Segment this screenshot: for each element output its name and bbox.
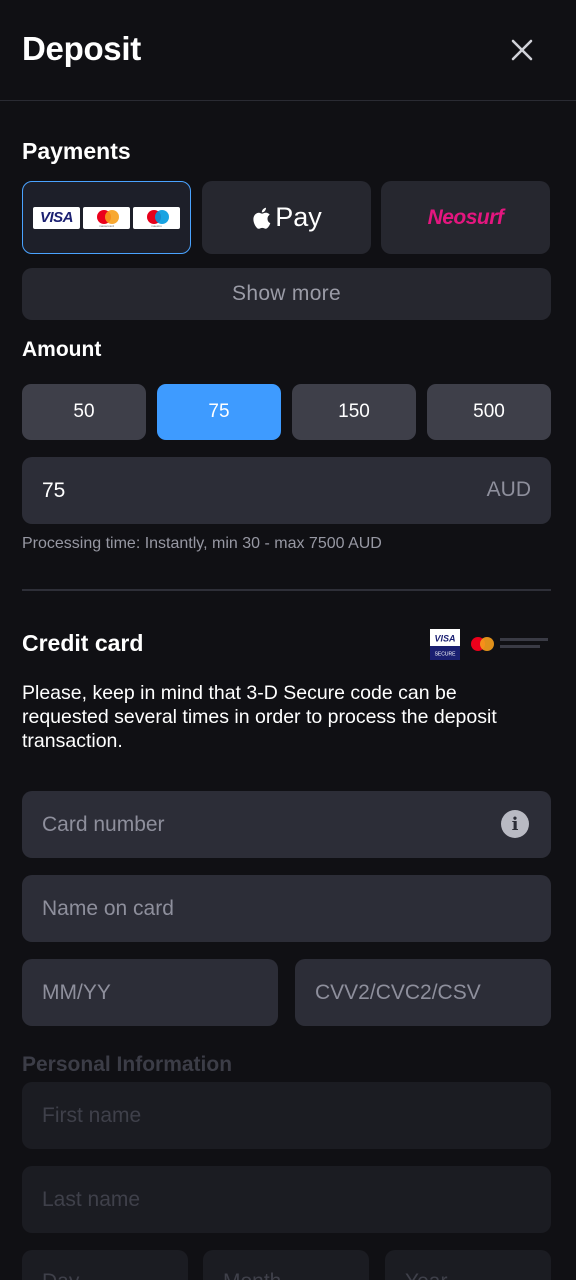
3ds-notice: Please, keep in mind that 3-D Secure cod… (22, 682, 497, 752)
first-name-field[interactable]: First name (22, 1082, 551, 1149)
last-name-placeholder: Last name (42, 1187, 141, 1211)
name-on-card-placeholder: Name on card (42, 896, 174, 920)
payment-method-cards[interactable]: VISA mastercard maestro (22, 181, 191, 254)
currency-label: AUD (486, 478, 531, 501)
amount-title: Amount (22, 338, 102, 361)
expiry-field[interactable]: MM/YY (22, 959, 278, 1026)
visa-logo: VISA (33, 206, 80, 229)
show-more-button[interactable]: Show more (22, 268, 551, 320)
dob-day-placeholder: Day (42, 1270, 79, 1280)
dob-year-placeholder: Year (405, 1270, 447, 1280)
payment-method-apple-pay[interactable]: Pay (202, 181, 371, 254)
amount-preset-50[interactable]: 50 (22, 384, 146, 440)
section-divider (22, 589, 551, 591)
amount-preset-500[interactable]: 500 (427, 384, 551, 440)
last-name-field[interactable]: Last name (22, 1166, 551, 1233)
name-on-card-field[interactable]: Name on card (22, 875, 551, 942)
apple-icon (253, 207, 271, 229)
credit-card-title: Credit card (22, 630, 144, 656)
amount-input[interactable]: 75 AUD (22, 457, 551, 524)
apple-pay-label: Pay (275, 202, 322, 232)
dob-month-field[interactable]: Month (203, 1250, 369, 1280)
modal-header: Deposit (0, 0, 576, 101)
maestro-logo: maestro (133, 206, 180, 229)
svg-text:SECURE: SECURE (435, 652, 457, 658)
payments-title: Payments (22, 138, 131, 164)
payment-method-neosurf[interactable]: Neosurf (381, 181, 550, 254)
expiry-placeholder: MM/YY (42, 980, 111, 1004)
dob-month-placeholder: Month (223, 1270, 281, 1280)
personal-info-title: Personal Information (22, 1053, 233, 1076)
cvv-placeholder: CVV2/CVC2/CSV (315, 980, 481, 1004)
amount-preset-75[interactable]: 75 (157, 384, 281, 440)
secure-badges: VISA SECURE (430, 629, 551, 660)
page-title: Deposit (22, 30, 141, 67)
verified-by-visa-icon: VISA SECURE (430, 629, 548, 660)
processing-info: Processing time: Instantly, min 30 - max… (22, 535, 382, 552)
info-icon[interactable]: i (501, 810, 529, 838)
card-number-placeholder: Card number (42, 812, 165, 836)
close-icon (511, 39, 533, 61)
amount-value: 75 (42, 478, 66, 502)
amount-preset-150[interactable]: 150 (292, 384, 416, 440)
first-name-placeholder: First name (42, 1103, 142, 1127)
dob-year-field[interactable]: Year (385, 1250, 551, 1280)
cvv-field[interactable]: CVV2/CVC2/CSV (295, 959, 551, 1026)
card-number-field[interactable]: Card number i (22, 791, 551, 858)
dob-day-field[interactable]: Day (22, 1250, 188, 1280)
close-button[interactable] (506, 34, 538, 66)
neosurf-logo: Neosurf (427, 205, 504, 229)
mastercard-logo: mastercard (83, 206, 130, 229)
svg-text:VISA: VISA (434, 634, 455, 644)
